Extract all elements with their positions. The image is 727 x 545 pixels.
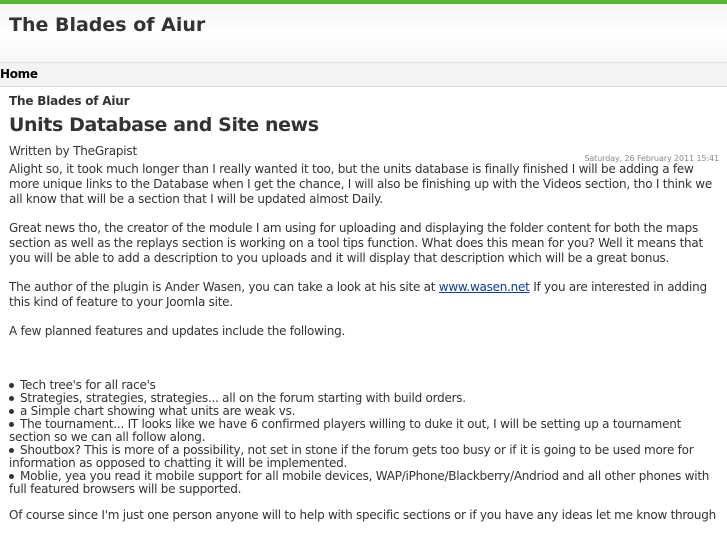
bullet-icon	[9, 408, 14, 414]
bullet-icon	[9, 447, 14, 453]
article: The Blades of Aiur Units Database and Si…	[9, 94, 721, 523]
paragraph-tooltips: Great news tho, the creator of the modul…	[9, 221, 703, 265]
bullet-icon	[9, 382, 14, 388]
features-intro: A few planned features and updates inclu…	[9, 324, 346, 338]
list-item: Moblie, yea you read it mobile support f…	[9, 470, 721, 496]
feature-text: Strategies, strategies, strategies... al…	[20, 391, 466, 405]
nav-home-link[interactable]: Home	[0, 67, 38, 81]
wasen-link[interactable]: www.wasen.net	[439, 280, 530, 294]
bullet-icon	[9, 395, 14, 401]
feature-text: Tech tree's for all race's	[20, 378, 156, 392]
list-item: Shoutbox? This is more of a possibility,…	[9, 444, 721, 470]
paragraph-plugin-author: The author of the plugin is Ander Wasen,…	[9, 280, 721, 310]
article-date: Saturday, 26 February 2011 15:41	[584, 154, 719, 163]
site-title[interactable]: The Blades of Aiur	[9, 14, 205, 36]
paragraph-units-database: Alight so, it took much longer than I re…	[9, 162, 712, 206]
site-header: The Blades of Aiur	[0, 4, 727, 63]
plugin-text-before: The author of the plugin is Ander Wasen,…	[9, 280, 439, 294]
article-title: Units Database and Site news	[9, 114, 319, 136]
list-item: The tournament... IT looks like we have …	[9, 418, 721, 444]
article-body: Alight so, it took much longer than I re…	[9, 162, 721, 523]
section-heading: The Blades of Aiur	[9, 94, 130, 108]
feature-text: The tournament... IT looks like we have …	[9, 417, 682, 444]
bullet-icon	[9, 473, 14, 479]
feature-text: a Simple chart showing what units are we…	[20, 404, 296, 418]
features-list: Tech tree's for all race's Strategies, s…	[9, 379, 721, 496]
feature-text: Shoutbox? This is more of a possibility,…	[9, 443, 694, 470]
bullet-icon	[9, 421, 14, 427]
main-menu: Home	[0, 63, 727, 87]
paragraph-closing: Of course since I'm just one person anyo…	[9, 508, 716, 522]
feature-text: Moblie, yea you read it mobile support f…	[9, 469, 710, 496]
